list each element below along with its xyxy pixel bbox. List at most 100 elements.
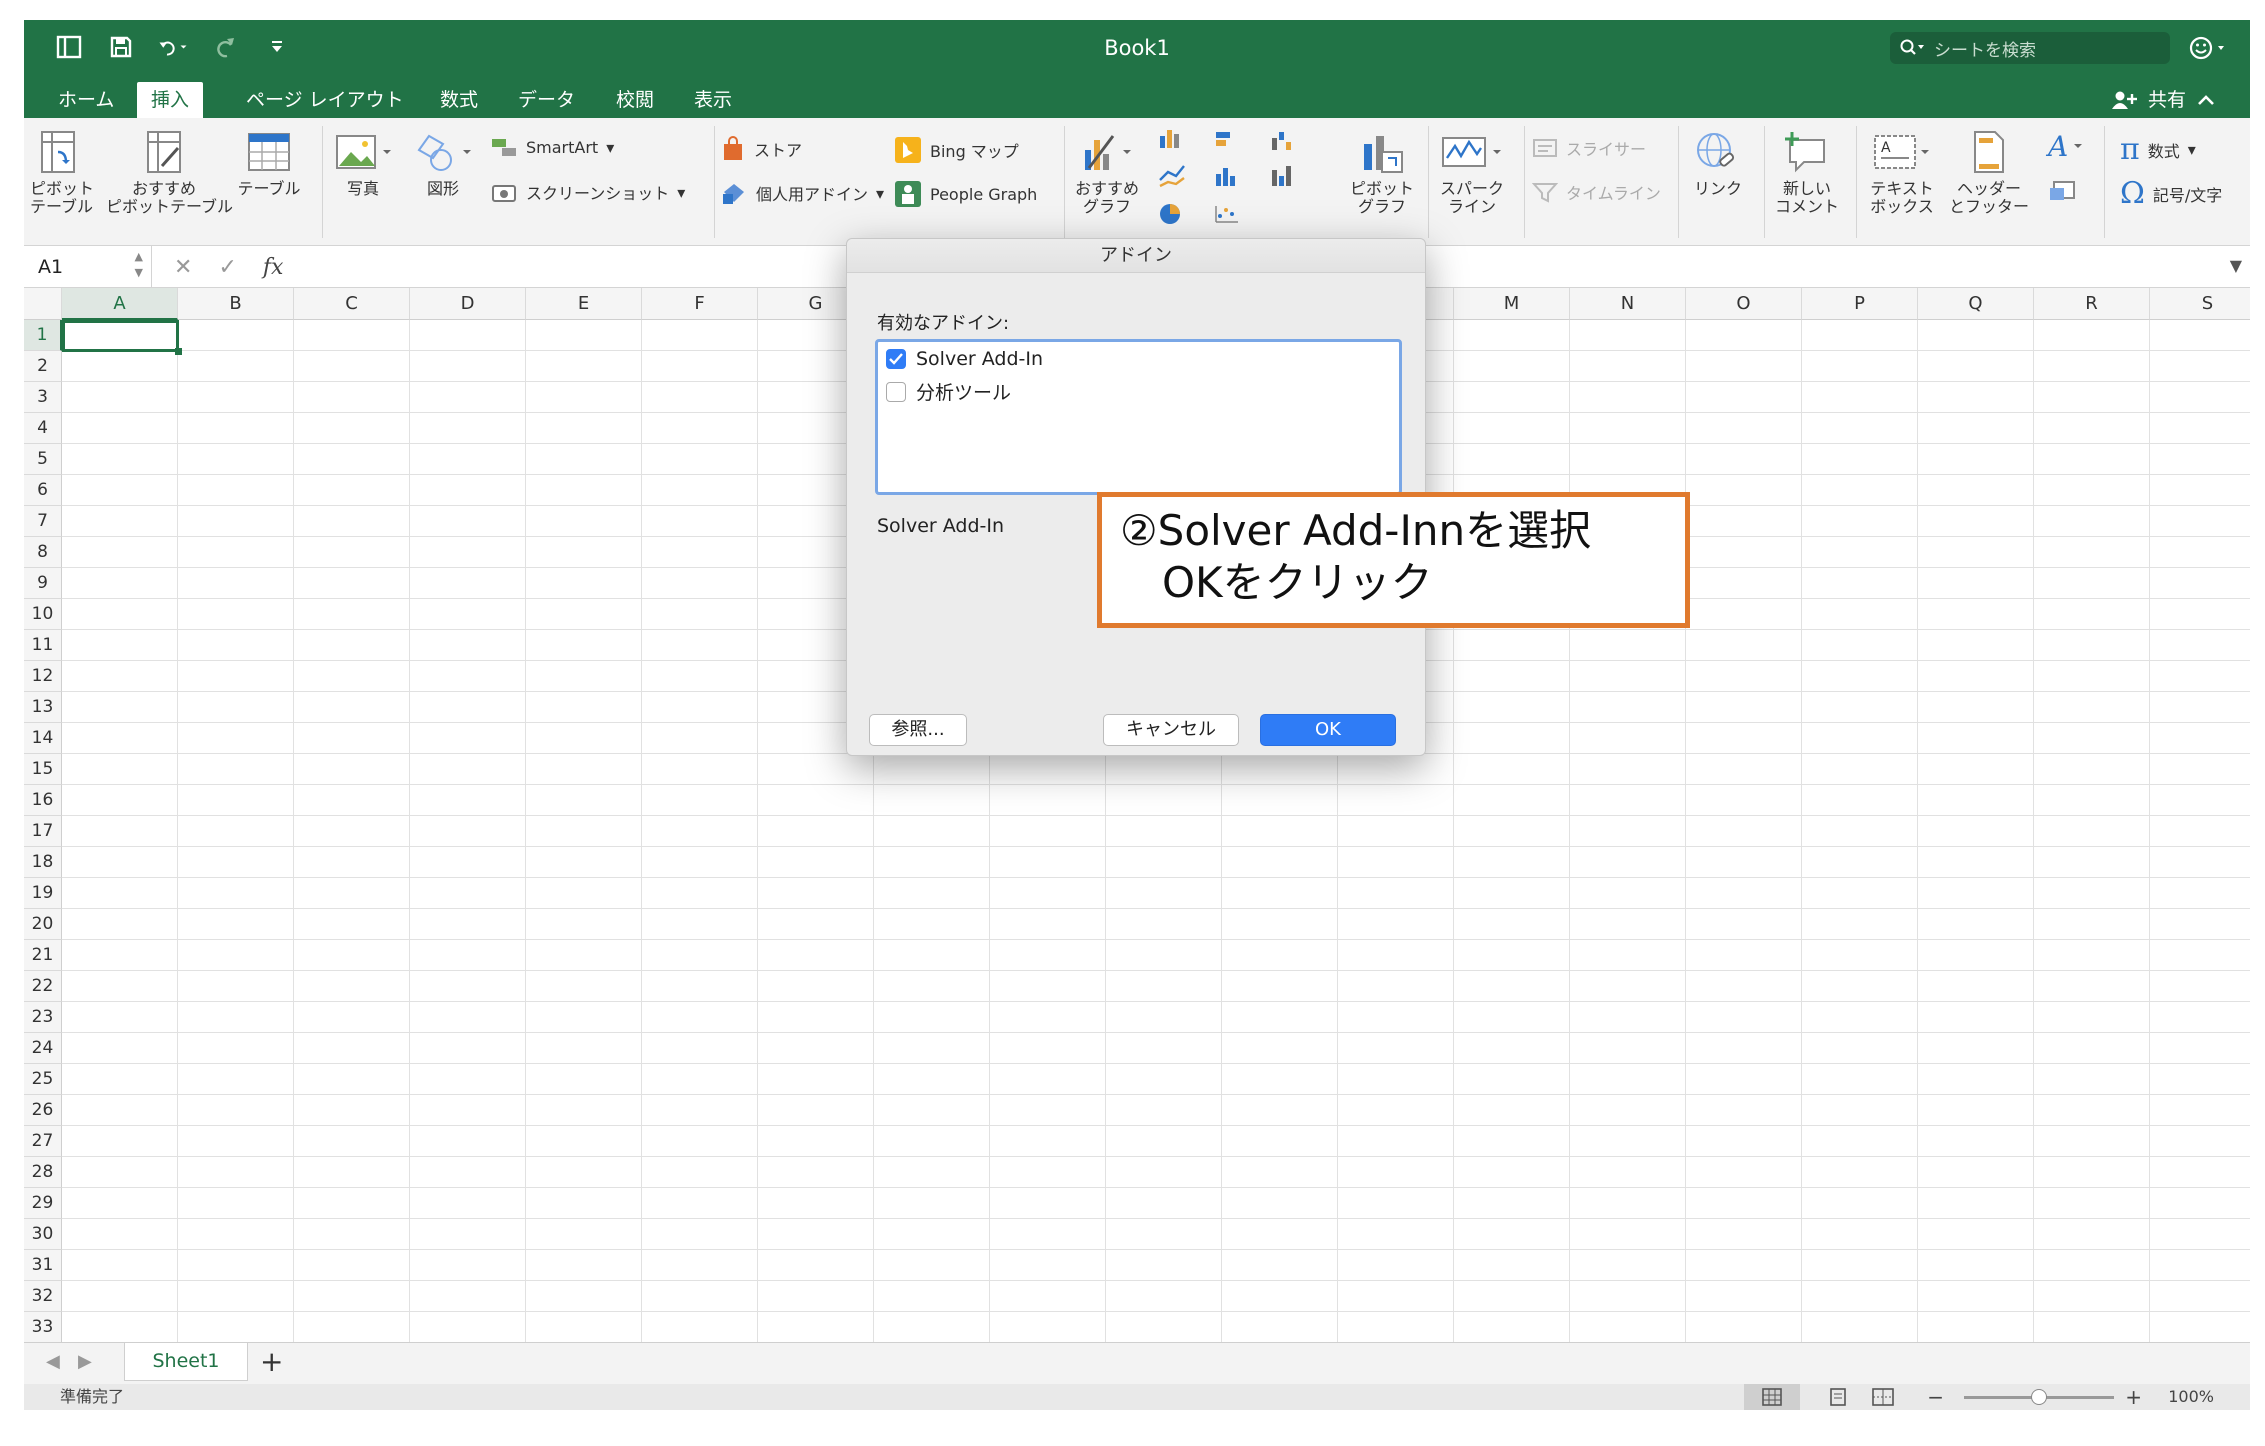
row-header-19[interactable]: 19 [24, 878, 62, 909]
name-box-stepper-icon[interactable]: ▲ ▼ [135, 249, 143, 281]
column-header-m[interactable]: M [1454, 288, 1570, 320]
zoom-in-icon[interactable]: + [2125, 1384, 2142, 1410]
pivot-table-button[interactable]: ピボット テーブル [30, 130, 94, 216]
tab-formulas[interactable]: 数式 [426, 82, 492, 118]
row-header-15[interactable]: 15 [24, 754, 62, 785]
equation-button[interactable]: π 数式 ▾ [2120, 132, 2196, 167]
row-header-30[interactable]: 30 [24, 1219, 62, 1250]
column-header-q[interactable]: Q [1918, 288, 2034, 320]
row-header-29[interactable]: 29 [24, 1188, 62, 1219]
my-addins-button[interactable]: 個人用アドイン ▾ [720, 180, 884, 206]
column-header-o[interactable]: O [1686, 288, 1802, 320]
row-header-23[interactable]: 23 [24, 1002, 62, 1033]
zoom-out-icon[interactable]: − [1927, 1384, 1944, 1410]
recommended-pivot-button[interactable]: おすすめ ピボットテーブル [106, 130, 233, 216]
tab-data[interactable]: データ [504, 82, 589, 118]
page-layout-view-icon[interactable] [1828, 1388, 1848, 1410]
column-header-a[interactable]: A [62, 288, 178, 320]
row-header-10[interactable]: 10 [24, 599, 62, 630]
row-header-27[interactable]: 27 [24, 1126, 62, 1157]
row-header-8[interactable]: 8 [24, 537, 62, 568]
store-button[interactable]: ストア [720, 136, 802, 162]
tab-page-layout[interactable]: ページ レイアウト [232, 82, 418, 118]
tab-insert[interactable]: 挿入 [137, 82, 204, 118]
header-footer-button[interactable]: ヘッダー とフッター [1944, 130, 2034, 216]
row-header-5[interactable]: 5 [24, 444, 62, 475]
column-header-b[interactable]: B [178, 288, 294, 320]
function-icon[interactable]: fx [263, 255, 284, 280]
tab-home[interactable]: ホーム [44, 82, 128, 118]
row-header-17[interactable]: 17 [24, 816, 62, 847]
column-header-p[interactable]: P [1802, 288, 1918, 320]
row-header-9[interactable]: 9 [24, 568, 62, 599]
timeline-button[interactable]: タイムライン [1532, 180, 1661, 204]
screenshot-button[interactable]: スクリーンショット ▾ [490, 180, 685, 204]
row-header-13[interactable]: 13 [24, 692, 62, 723]
analysis-toolpak-checkbox[interactable] [886, 381, 906, 402]
bing-maps-button[interactable]: Bing マップ [894, 136, 1019, 164]
add-sheet-button[interactable]: + [260, 1345, 283, 1378]
addin-item-solver[interactable]: Solver Add-In [886, 348, 1043, 370]
active-cell-a1[interactable] [62, 320, 182, 355]
sheet-search-field[interactable]: シートを検索 [1890, 32, 2170, 64]
row-header-11[interactable]: 11 [24, 630, 62, 661]
cancel-entry-icon[interactable]: ✕ [174, 255, 192, 280]
column-header-r[interactable]: R [2034, 288, 2150, 320]
new-comment-button[interactable]: 新しい コメント [1772, 130, 1842, 216]
shapes-button[interactable]: 図形 [410, 130, 476, 198]
row-header-25[interactable]: 25 [24, 1064, 62, 1095]
column-header-c[interactable]: C [294, 288, 410, 320]
browse-button[interactable]: 参照... [869, 714, 967, 746]
people-graph-button[interactable]: People Graph [894, 180, 1037, 208]
ok-button[interactable]: OK [1260, 714, 1396, 746]
text-box-button[interactable]: A テキスト ボックス [1862, 130, 1942, 216]
smartart-button[interactable]: SmartArt ▾ [490, 136, 614, 158]
link-button[interactable]: リンク [1688, 130, 1748, 198]
scroll-right-icon[interactable]: ▶ [78, 1351, 92, 1372]
select-all-corner[interactable] [24, 288, 62, 320]
sparklines-button[interactable]: スパーク ライン [1434, 130, 1510, 216]
pivot-chart-button[interactable]: ピボット グラフ [1344, 130, 1420, 216]
column-header-e[interactable]: E [526, 288, 642, 320]
symbol-button[interactable]: Ω 記号/文字 [2120, 176, 2222, 211]
wordart-object-group[interactable]: A [2034, 130, 2094, 212]
solver-checkbox[interactable] [886, 349, 906, 369]
page-break-view-icon[interactable] [1872, 1388, 1894, 1410]
sheet-tab-sheet1[interactable]: Sheet1 [124, 1343, 248, 1381]
row-header-4[interactable]: 4 [24, 413, 62, 444]
collapse-ribbon-icon[interactable] [2196, 93, 2216, 107]
row-header-12[interactable]: 12 [24, 661, 62, 692]
normal-view-icon[interactable] [1744, 1384, 1800, 1410]
row-header-2[interactable]: 2 [24, 351, 62, 382]
row-header-33[interactable]: 33 [24, 1312, 62, 1343]
column-header-s[interactable]: S [2150, 288, 2250, 320]
row-header-31[interactable]: 31 [24, 1250, 62, 1281]
column-header-n[interactable]: N [1570, 288, 1686, 320]
addin-item-analysis-toolpak[interactable]: 分析ツール [886, 378, 1011, 405]
zoom-slider-thumb[interactable] [2031, 1389, 2047, 1405]
scroll-left-icon[interactable]: ◀ [46, 1351, 60, 1372]
row-header-18[interactable]: 18 [24, 847, 62, 878]
chart-types-gallery[interactable] [1154, 128, 1334, 238]
row-header-28[interactable]: 28 [24, 1157, 62, 1188]
row-header-32[interactable]: 32 [24, 1281, 62, 1312]
row-header-21[interactable]: 21 [24, 940, 62, 971]
formula-expand-icon[interactable]: ▼ [2230, 256, 2242, 275]
column-header-f[interactable]: F [642, 288, 758, 320]
tab-review[interactable]: 校閲 [602, 82, 668, 118]
row-header-22[interactable]: 22 [24, 971, 62, 1002]
row-header-7[interactable]: 7 [24, 506, 62, 537]
row-header-20[interactable]: 20 [24, 909, 62, 940]
addins-listbox[interactable]: Solver Add-In 分析ツール [875, 339, 1402, 495]
row-header-16[interactable]: 16 [24, 785, 62, 816]
row-header-24[interactable]: 24 [24, 1033, 62, 1064]
row-header-3[interactable]: 3 [24, 382, 62, 413]
confirm-entry-icon[interactable]: ✓ [218, 255, 236, 280]
feedback-smiley-icon[interactable] [2188, 32, 2228, 64]
zoom-slider[interactable] [1964, 1389, 2114, 1405]
column-header-d[interactable]: D [410, 288, 526, 320]
row-header-14[interactable]: 14 [24, 723, 62, 754]
row-header-1[interactable]: 1 [24, 320, 62, 351]
slicer-button[interactable]: スライサー [1532, 136, 1646, 160]
pictures-button[interactable]: 写真 [330, 130, 396, 198]
